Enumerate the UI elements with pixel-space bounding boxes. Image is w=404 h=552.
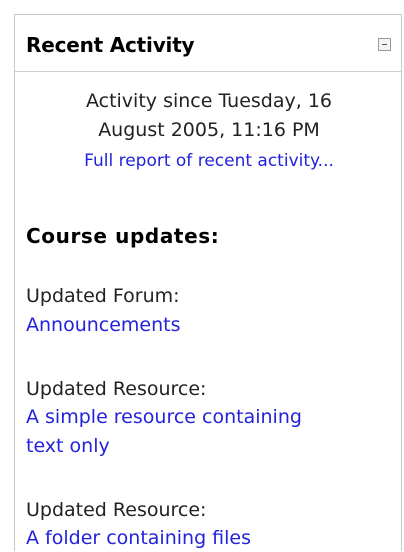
activity-since-line2: August 2005, 11:16 PM [98,119,320,141]
update-label-resource-2: Updated Resource: [26,499,207,521]
block-header: Recent Activity [15,15,401,72]
update-link-simple-resource[interactable]: A simple resource containing [26,404,302,431]
update-label-resource: Updated Resource: [26,378,207,400]
activity-since-line1: Activity since Tuesday, 16 [85,90,333,112]
update-link-simple-resource-cont[interactable]: text only [26,433,110,460]
update-link-folder[interactable]: A folder containing files [26,525,251,552]
update-label-forum: Updated Forum: [26,285,180,307]
collapse-minus-icon[interactable] [378,38,391,51]
full-report-link[interactable]: Full report of recent activity... [15,149,403,173]
course-updates-heading: Course updates: [26,224,220,248]
block-title: Recent Activity [26,33,195,57]
update-link-announcements[interactable]: Announcements [26,312,181,339]
recent-activity-block: Recent Activity Activity since Tuesday, … [14,14,402,551]
